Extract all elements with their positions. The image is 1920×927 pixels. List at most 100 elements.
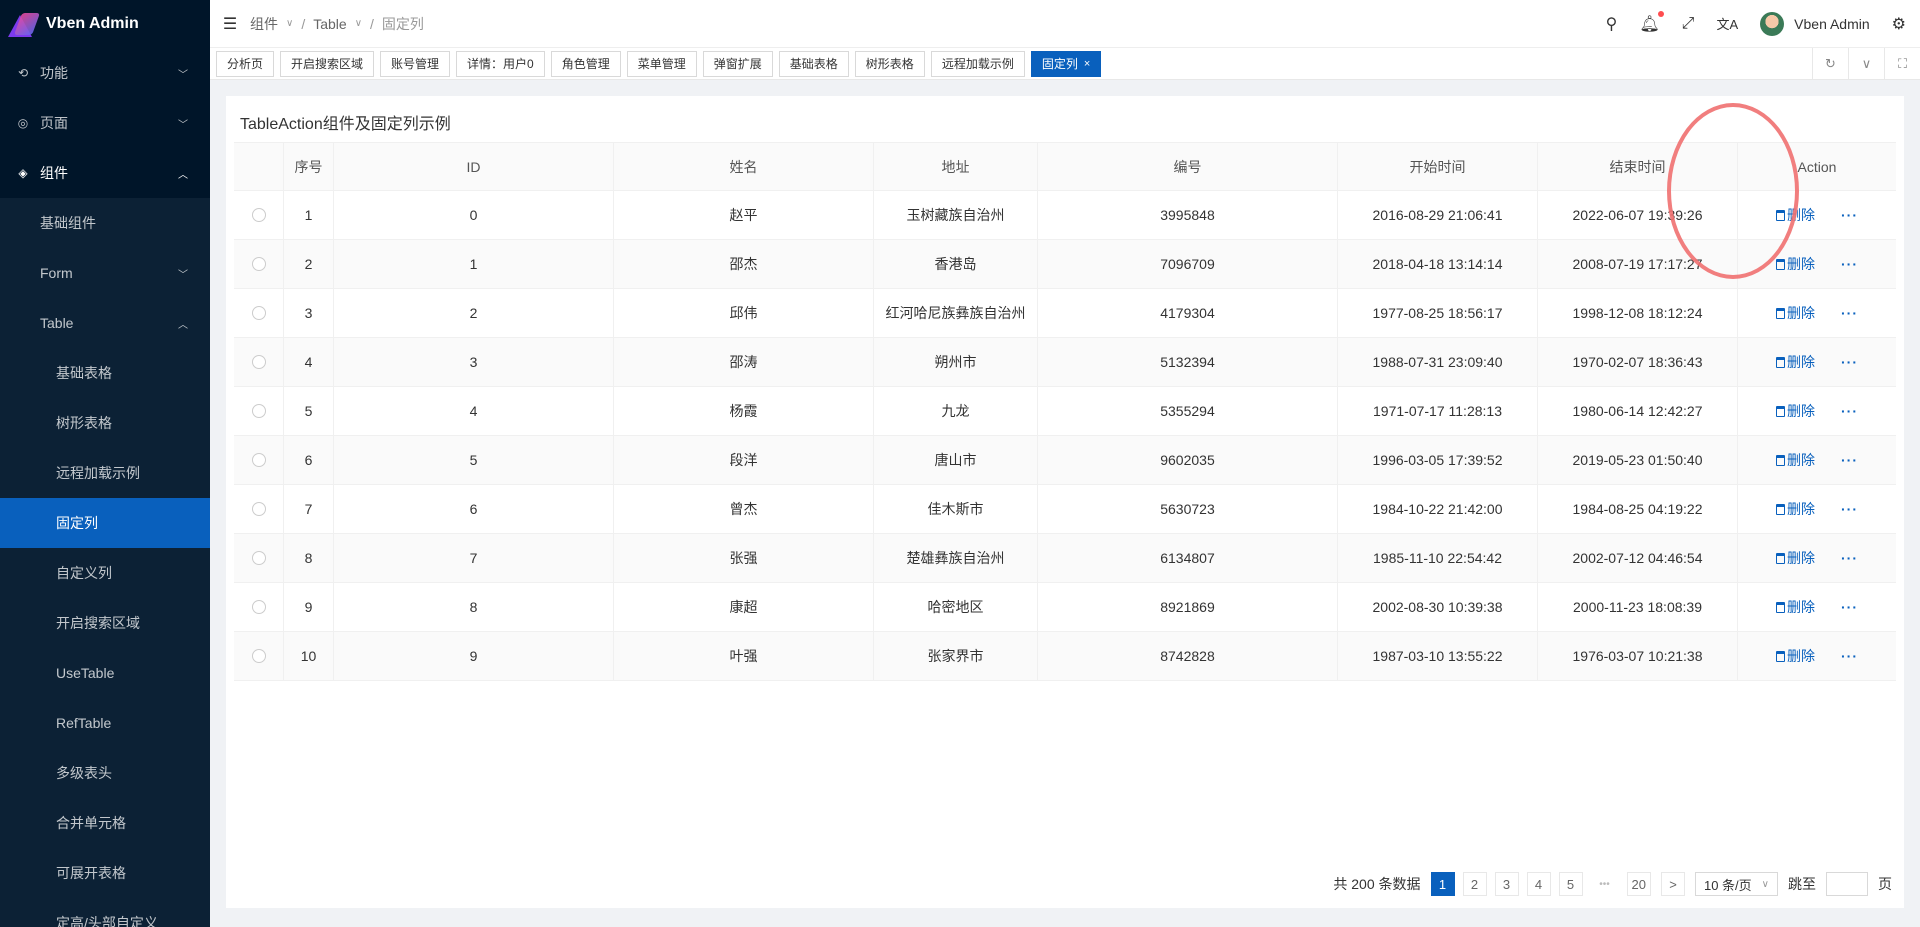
sidebar-item[interactable]: 树形表格 xyxy=(0,398,210,448)
row-radio[interactable] xyxy=(251,502,266,516)
sidebar-item[interactable]: 远程加载示例 xyxy=(0,448,210,498)
more-actions-icon[interactable]: ··· xyxy=(1841,599,1858,615)
tab[interactable]: 树形表格 xyxy=(854,50,925,77)
fold-icon[interactable]: ⛶ xyxy=(1884,48,1920,80)
sidebar-item[interactable]: UseTable xyxy=(0,648,210,698)
table-row[interactable]: 3 2 邱伟 红河哈尼族彝族自治州 4179304 1977-08-25 18:56:17… xyxy=(234,289,1896,338)
row-radio[interactable] xyxy=(251,600,266,614)
next-page-button[interactable]: > xyxy=(1660,872,1685,896)
page-number[interactable]: 1 xyxy=(1430,872,1455,896)
sidebar-item-label: 可展开表格 xyxy=(56,865,126,881)
sidebar-item[interactable]: Table ︿ xyxy=(0,298,210,348)
delete-button[interactable]: 删除 xyxy=(1776,548,1815,568)
tab[interactable]: 菜单管理 xyxy=(626,50,697,77)
more-actions-icon[interactable]: ··· xyxy=(1841,256,1858,272)
sidebar-item[interactable]: ⟲ 功能 ﹀ xyxy=(0,48,210,98)
row-radio[interactable] xyxy=(251,404,266,418)
table-cell: 2 xyxy=(284,240,334,288)
delete-button[interactable]: 删除 xyxy=(1776,205,1815,225)
table-row[interactable]: 6 5 段洋 唐山市 9602035 1996-03-05 17:39:52 2019-05… xyxy=(234,436,1896,485)
table-row[interactable]: 5 4 杨霞 九龙 5355294 1971-07-17 11:28:13 1980-06-… xyxy=(234,387,1896,436)
sidebar-item[interactable]: ◎ 页面 ﹀ xyxy=(0,98,210,148)
more-actions-icon[interactable]: ··· xyxy=(1841,305,1858,321)
delete-button[interactable]: 删除 xyxy=(1776,450,1815,470)
bell-icon[interactable]: 🔔︎ xyxy=(1639,10,1664,34)
table-row[interactable]: 7 6 曾杰 佳木斯市 5630723 1984-10-22 21:42:00 1984-0… xyxy=(234,485,1896,534)
content-card: TableAction组件及固定列示例 序号 ID 姓名 地址 编号 开始时间 结束时间 Ac… xyxy=(226,96,1904,908)
fullscreen-icon[interactable]: ⤢ xyxy=(1682,15,1695,33)
row-radio[interactable] xyxy=(251,355,266,369)
more-actions-icon[interactable]: ··· xyxy=(1841,354,1858,370)
search-icon[interactable]: ⚲ xyxy=(1606,14,1618,34)
tab[interactable]: 详情：用户0 xyxy=(456,50,545,77)
table-row[interactable]: 8 7 张强 楚雄彝族自治州 6134807 1985-11-10 22:54:42 200… xyxy=(234,534,1896,583)
app-logo[interactable]: Vben Admin xyxy=(0,0,210,48)
sidebar-item[interactable]: 开启搜索区域 xyxy=(0,598,210,648)
sidebar-item[interactable]: RefTable xyxy=(0,698,210,748)
more-actions-icon[interactable]: ··· xyxy=(1841,648,1858,664)
sidebar-item[interactable]: 自定义列 xyxy=(0,548,210,598)
tab[interactable]: 角色管理 xyxy=(550,50,621,77)
delete-button[interactable]: 删除 xyxy=(1776,401,1815,421)
tab[interactable]: 开启搜索区域 xyxy=(280,50,375,77)
tab[interactable]: 弹窗扩展 xyxy=(702,50,773,77)
row-radio[interactable] xyxy=(251,257,266,271)
translate-icon[interactable]: 文A xyxy=(1716,14,1738,33)
more-actions-icon[interactable]: ··· xyxy=(1841,550,1858,566)
more-actions-icon[interactable]: ··· xyxy=(1841,403,1858,419)
table-cell: 2002-07-12 04:46:54 xyxy=(1538,534,1738,582)
row-radio[interactable] xyxy=(251,551,266,565)
refresh-icon[interactable]: ↻ xyxy=(1812,48,1848,80)
delete-button[interactable]: 删除 xyxy=(1776,499,1815,519)
delete-button[interactable]: 删除 xyxy=(1776,303,1815,323)
page-number[interactable]: 4 xyxy=(1526,872,1551,896)
sidebar-item[interactable]: 多级表头 xyxy=(0,748,210,798)
delete-button[interactable]: 删除 xyxy=(1776,597,1815,617)
more-actions-icon[interactable]: ··· xyxy=(1841,501,1858,517)
row-radio[interactable] xyxy=(251,208,266,222)
breadcrumb-item[interactable]: Table xyxy=(313,16,346,32)
page-number[interactable]: 5 xyxy=(1558,872,1583,896)
sidebar-item[interactable]: 固定列 xyxy=(0,498,210,548)
breadcrumb-item[interactable]: 组件 xyxy=(250,14,278,34)
sidebar-item[interactable]: 基础表格 xyxy=(0,348,210,398)
table-row[interactable]: 2 1 邵杰 香港岛 7096709 2018-04-18 13:14:14 2008-07… xyxy=(234,240,1896,289)
table-row[interactable]: 9 8 康超 哈密地区 8921869 2002-08-30 10:39:38 2000-1… xyxy=(234,583,1896,632)
tab[interactable]: 分析页 xyxy=(216,50,275,77)
tab[interactable]: 远程加载示例 xyxy=(930,50,1025,77)
user-dropdown[interactable]: Vben Admin xyxy=(1760,11,1870,36)
delete-button[interactable]: 删除 xyxy=(1776,352,1815,372)
sidebar-item[interactable]: Form ﹀ xyxy=(0,248,210,298)
tab[interactable]: 账号管理 xyxy=(380,50,451,77)
row-radio[interactable] xyxy=(251,649,266,663)
page-size-select[interactable]: 10 条/页 ∨ xyxy=(1694,872,1778,896)
delete-button[interactable]: 删除 xyxy=(1776,646,1815,666)
jump-page-input[interactable] xyxy=(1826,872,1868,896)
close-icon[interactable]: × xyxy=(1084,58,1090,70)
chevron-down-icon[interactable]: ∨ xyxy=(1848,48,1884,80)
tab[interactable]: 基础表格 xyxy=(778,50,849,77)
settings-gear-icon[interactable]: ⚙ xyxy=(1892,14,1906,34)
table-cell: 邵杰 xyxy=(614,240,874,288)
more-actions-icon[interactable]: ··· xyxy=(1841,452,1858,468)
sidebar-item[interactable]: 可展开表格 xyxy=(0,848,210,898)
table-row[interactable]: 10 9 叶强 张家界市 8742828 1987-03-10 13:55:22 1976-… xyxy=(234,632,1896,681)
page-ellipsis[interactable]: ••• xyxy=(1593,872,1617,896)
row-radio[interactable] xyxy=(251,453,266,467)
delete-button[interactable]: 删除 xyxy=(1776,254,1815,274)
page-number[interactable]: 3 xyxy=(1494,872,1519,896)
page-last[interactable]: 20 xyxy=(1626,872,1651,896)
sidebar-item[interactable]: 定高/头部自定义 xyxy=(0,898,210,927)
page-list: 12345 xyxy=(1430,872,1583,896)
more-actions-icon[interactable]: ··· xyxy=(1841,207,1858,223)
sidebar-item[interactable]: 基础组件 xyxy=(0,198,210,248)
menu-collapse-icon[interactable]: ☰ xyxy=(210,14,250,34)
tab[interactable]: 固定列 × xyxy=(1030,50,1102,77)
sidebar-item[interactable]: 合并单元格 xyxy=(0,798,210,848)
tab-bar: 分析页 开启搜索区域 账号管理 详情：用户0 角色管理 菜单管理 弹窗扩展 基础表格 树形表格 远… xyxy=(210,48,1920,80)
page-number[interactable]: 2 xyxy=(1462,872,1487,896)
row-radio[interactable] xyxy=(251,306,266,320)
sidebar-item[interactable]: ◈ 组件 ︿ xyxy=(0,148,210,198)
table-row[interactable]: 1 0 赵平 玉树藏族自治州 3995848 2016-08-29 21:06:41 202… xyxy=(234,191,1896,240)
table-row[interactable]: 4 3 邵涛 朔州市 5132394 1988-07-31 23:09:40 1970-02… xyxy=(234,338,1896,387)
